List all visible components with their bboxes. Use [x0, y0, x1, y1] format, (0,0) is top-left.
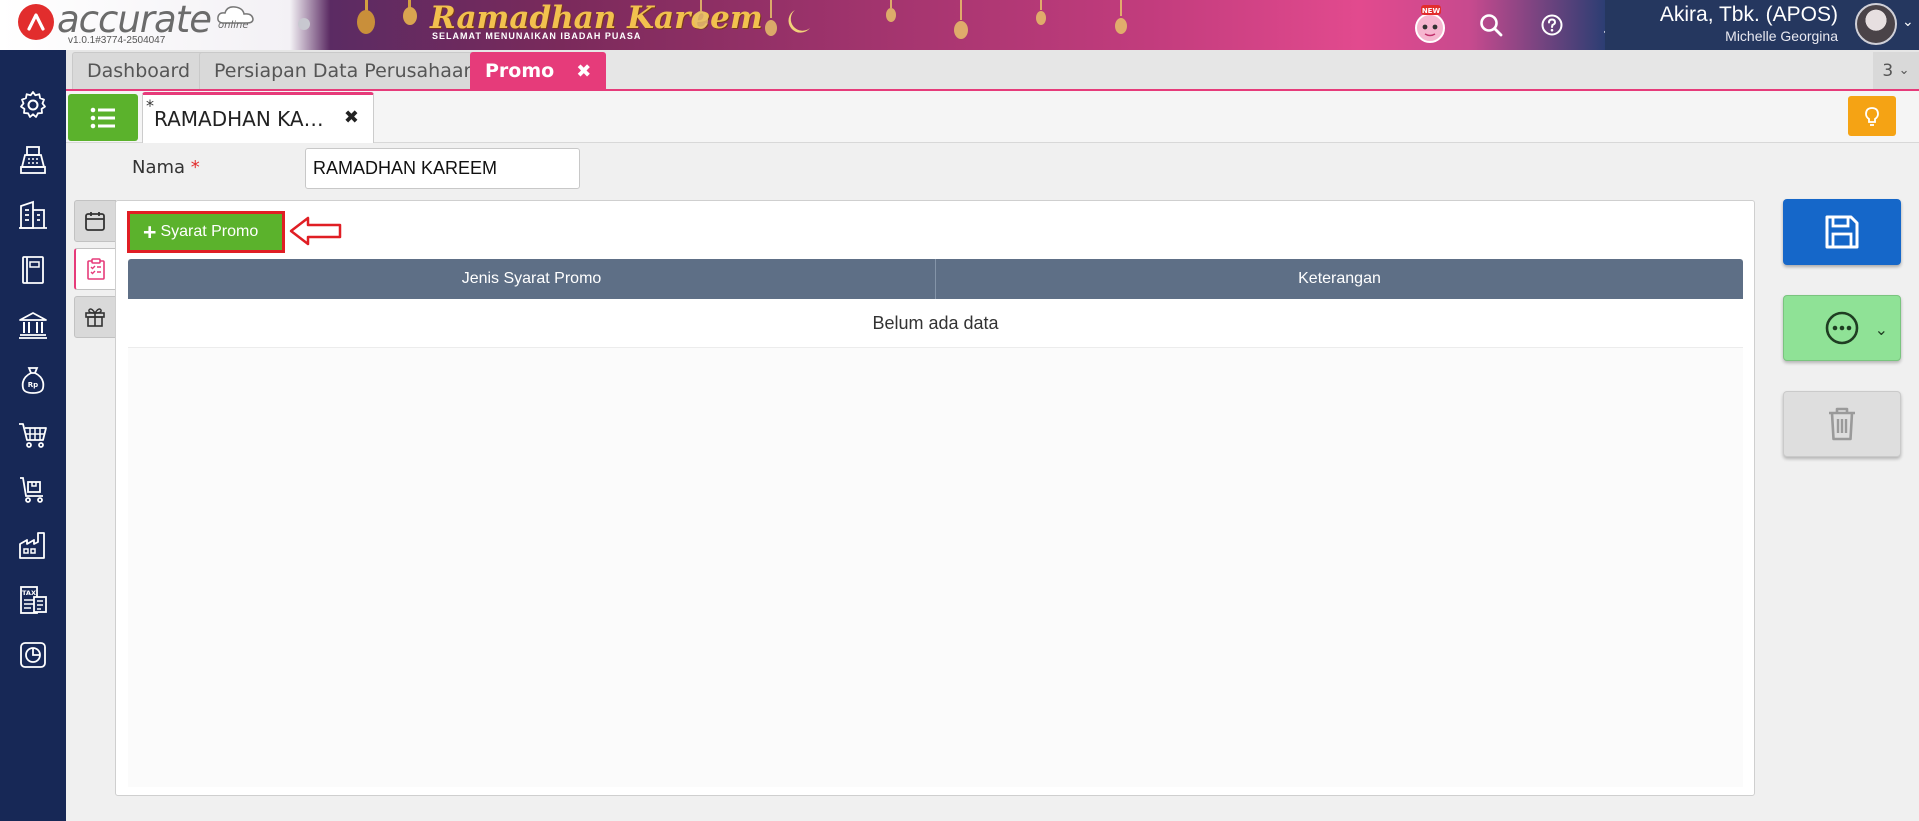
delivery-cart-icon	[20, 477, 43, 503]
nama-input[interactable]	[305, 148, 580, 189]
conditions-panel: + Syarat Promo Jenis Syarat Promo Ketera…	[115, 200, 1755, 796]
banner-decoration	[298, 0, 417, 34]
sidebar: Rp TAX	[0, 50, 66, 821]
sidebar-item-company[interactable]	[13, 195, 53, 235]
user-name: Michelle Georgina	[1725, 28, 1838, 44]
new-badge: NEW	[1422, 7, 1441, 15]
tab-promo[interactable]: Promo ✖	[470, 52, 607, 89]
tab-dashboard[interactable]: Dashboard	[72, 52, 206, 89]
gear-icon	[20, 91, 46, 118]
report-chart-icon	[20, 642, 46, 668]
sidebar-item-sales[interactable]	[13, 415, 53, 455]
lightbulb-icon	[1865, 107, 1879, 126]
tab-gift[interactable]	[74, 296, 116, 338]
tab-label: Persiapan Data Perusahaan	[214, 60, 476, 82]
tax-document-icon: TAX	[20, 586, 47, 614]
search-icon[interactable]	[1471, 5, 1511, 45]
chevron-down-icon: ⌄	[1874, 320, 1888, 339]
empty-message: Belum ada data	[128, 299, 1743, 348]
trash-icon	[1829, 407, 1855, 441]
tab-count: 3	[1882, 60, 1894, 81]
tips-button[interactable]	[1848, 96, 1896, 136]
plus-icon: +	[143, 219, 157, 245]
calendar-icon	[85, 212, 105, 231]
tab-persiapan-data-perusahaan[interactable]: Persiapan Data Perusahaan	[199, 52, 491, 89]
banner-subtitle: SELAMAT MENUNAIKAN IBADAH PUASA	[432, 31, 642, 41]
sidebar-item-purchase[interactable]	[13, 470, 53, 510]
nama-label: Nama *	[132, 157, 200, 178]
gift-icon	[85, 308, 105, 327]
shopping-cart-icon	[19, 423, 47, 448]
clipboard-checklist-icon	[87, 258, 105, 280]
help-icon[interactable]	[1532, 5, 1572, 45]
table-header: Jenis Syarat Promo Keterangan	[128, 259, 1743, 299]
bank-icon	[19, 312, 47, 339]
document-tab-label: RAMADHAN KA…	[154, 107, 324, 131]
sidebar-item-settings[interactable]	[13, 85, 53, 125]
arrow-left-icon	[289, 216, 342, 246]
sidebar-item-bank[interactable]	[13, 305, 53, 345]
money-bag-icon: Rp	[21, 367, 45, 394]
chevron-down-icon[interactable]: ⌄	[1902, 14, 1914, 30]
conditions-table: Jenis Syarat Promo Keterangan Belum ada …	[128, 259, 1743, 787]
floppy-disk-icon	[1825, 215, 1859, 249]
list-view-button[interactable]	[68, 94, 138, 141]
document-tabs-bar: * RAMADHAN KA… ✖	[66, 91, 1919, 143]
tab-schedule[interactable]	[74, 200, 116, 242]
company-name: Akira, Tbk. (APOS)	[1659, 3, 1838, 26]
close-icon[interactable]: ✖	[576, 61, 591, 82]
sidebar-item-ledger[interactable]	[13, 250, 53, 290]
document-tab[interactable]: * RAMADHAN KA… ✖	[142, 92, 374, 143]
mascot-new-icon[interactable]: NEW	[1410, 5, 1450, 45]
tab-label: Dashboard	[87, 60, 191, 82]
add-button-label: Syarat Promo	[160, 223, 259, 240]
sidebar-item-pos[interactable]	[13, 140, 53, 180]
building-icon	[19, 200, 47, 229]
sidebar-item-tax[interactable]: TAX	[13, 580, 53, 620]
nama-label-text: Nama	[132, 157, 186, 178]
required-marker: *	[190, 157, 200, 178]
save-button[interactable]	[1783, 199, 1901, 265]
sidebar-item-reports[interactable]	[13, 635, 53, 675]
app-version: v1.0.1#3774-2504047	[68, 35, 166, 46]
sidebar-item-inventory[interactable]	[13, 525, 53, 565]
column-jenis-syarat-promo[interactable]: Jenis Syarat Promo	[128, 259, 936, 299]
tab-count-dropdown[interactable]: 3 ⌄	[1873, 52, 1919, 89]
ledger-book-icon	[22, 256, 44, 284]
cash-register-icon	[20, 146, 46, 174]
lanterns-decoration	[694, 0, 1127, 39]
svg-text:Rp: Rp	[28, 381, 38, 389]
modified-marker: *	[146, 96, 154, 115]
factory-icon	[19, 532, 45, 559]
list-icon	[90, 107, 115, 128]
chevron-down-icon: ⌄	[1898, 63, 1910, 78]
add-syarat-promo-button[interactable]: + Syarat Promo	[127, 211, 285, 253]
column-keterangan[interactable]: Keterangan	[936, 259, 1743, 299]
logo-online-label: online	[218, 20, 249, 31]
more-options-icon	[1825, 311, 1859, 345]
more-actions-button[interactable]: ⌄	[1783, 295, 1901, 361]
tab-label: Promo	[485, 60, 555, 82]
svg-text:TAX: TAX	[22, 589, 36, 597]
avatar[interactable]	[1855, 3, 1897, 45]
sidebar-item-cash[interactable]: Rp	[13, 360, 53, 400]
logo-text: accurate	[57, 0, 212, 41]
delete-button[interactable]	[1783, 391, 1901, 457]
close-icon[interactable]: ✖	[344, 107, 359, 128]
tabs-bar: Dashboard Persiapan Data Perusahaan Prom…	[66, 50, 1919, 91]
accurate-logo-icon	[18, 4, 54, 40]
tab-conditions[interactable]	[74, 248, 116, 290]
